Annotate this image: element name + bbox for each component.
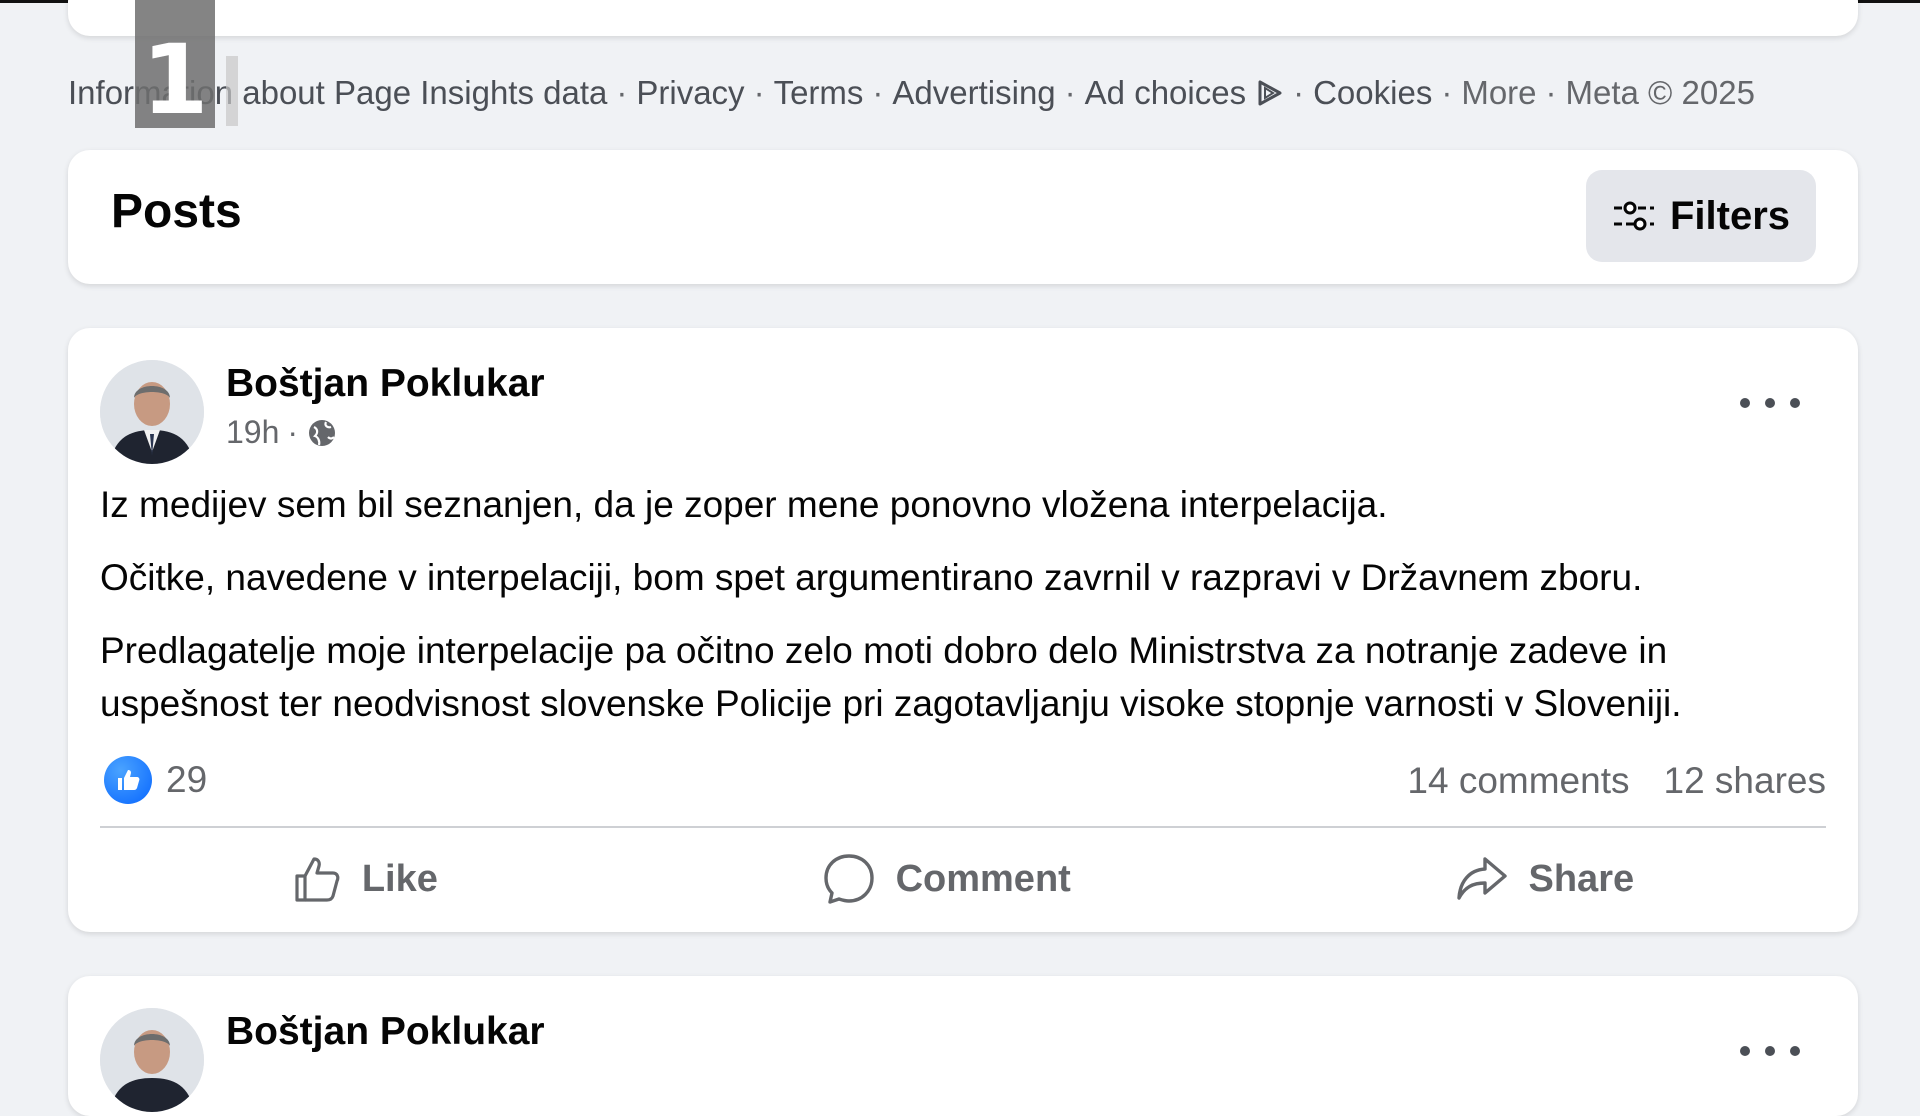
author-avatar[interactable] [100,360,204,464]
post-actions-bar: Like Comment Share [100,838,1826,920]
dot-icon [1740,1046,1750,1056]
post-paragraph: Iz medijev sem bil seznanjen, da je zope… [100,484,1388,525]
footer-link-more[interactable]: More [1461,74,1536,112]
post-author-name[interactable]: Boštjan Poklukar [226,362,545,406]
reaction-count: 29 [166,759,208,800]
dot-icon [1740,398,1750,408]
thumbs-up-icon [295,857,340,902]
filters-button[interactable]: Filters [1586,170,1816,262]
filters-button-label: Filters [1669,193,1791,238]
post-author-name[interactable]: Boštjan Poklukar [226,1010,545,1054]
footer-link-advertising[interactable]: Advertising [892,74,1055,112]
like-button[interactable]: Like [252,846,478,912]
post-paragraph: Očitke, navedene v interpelaciji, bom sp… [100,557,1643,598]
channel-logo-side-strip [226,56,238,126]
like-button-label: Like [361,857,438,900]
comment-button-label: Comment [895,857,1071,900]
meta-separator: · [287,414,299,450]
post-body: Iz medijev sem bil seznanjen, da je zope… [100,478,1820,750]
comments-count-link[interactable]: 14 comments [1407,760,1629,802]
posts-header-card: Posts Filters [68,150,1858,284]
footer-separator: · [1441,74,1453,111]
footer-separator: · [616,74,628,111]
dot-icon [1765,1046,1775,1056]
author-avatar[interactable] [100,1008,204,1112]
share-button-label: Share [1528,857,1635,900]
person-photo-icon [100,360,204,464]
speech-bubble-icon [823,854,874,904]
footer-copyright: Meta © 2025 [1565,74,1755,111]
post-more-options-button[interactable] [1740,1036,1800,1066]
footer-separator: · [753,74,765,111]
share-button[interactable]: Share [1415,846,1675,912]
footer-separator: · [1293,74,1305,111]
footer-link-privacy[interactable]: Privacy [636,74,744,112]
share-arrow-icon [1456,857,1507,900]
footer-links: Information about Page Insights data · P… [68,68,1755,118]
footer-separator: · [1545,74,1557,111]
post-card: Boštjan Poklukar 19h · Iz medijev sem bi… [68,328,1858,932]
post-paragraph: Predlagatelje moje interpelacije pa očit… [100,630,1682,724]
previous-card-bottom [68,0,1858,36]
post-timestamp[interactable]: 19h [226,414,279,451]
footer-separator: · [872,74,884,111]
footer-separator: · [1064,74,1076,111]
comment-button[interactable]: Comment [782,844,1111,914]
footer-link-terms[interactable]: Terms [774,74,864,112]
dot-icon [1790,398,1800,408]
dot-icon [1790,1046,1800,1056]
ad-choices-icon[interactable] [1254,78,1284,108]
globe-icon [309,419,336,446]
post-more-options-button[interactable] [1740,388,1800,418]
post-card: Boštjan Poklukar [68,976,1858,1116]
dot-icon [1765,398,1775,408]
post-meta: 19h · [226,414,338,451]
post-stats: 14 comments 12 shares [1407,760,1826,802]
filters-sliders-icon [1613,201,1654,231]
posts-section-title: Posts [111,185,242,238]
footer-link-ad-choices[interactable]: Ad choices [1085,74,1246,112]
person-photo-icon [100,1008,204,1112]
channel-logo-watermark: 1 [135,0,215,128]
footer-link-cookies[interactable]: Cookies [1313,74,1432,112]
like-reaction-icon [104,756,152,804]
actions-divider [100,826,1826,828]
shares-count-link[interactable]: 12 shares [1664,760,1827,802]
reactions-summary[interactable]: 29 [104,756,207,804]
